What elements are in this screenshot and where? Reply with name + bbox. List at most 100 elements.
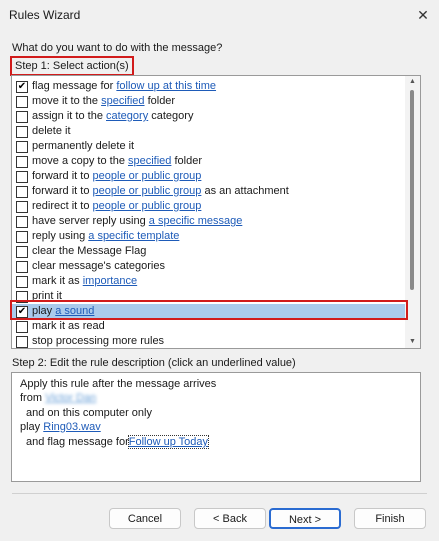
action-text: forward it to [32,185,93,197]
description-flag-prefix: and flag message for [26,436,129,448]
checkbox-icon[interactable] [16,216,28,228]
follow-up-link[interactable]: Follow up Today [127,435,210,449]
close-icon[interactable]: ✕ [411,3,435,27]
action-text: redirect it to [32,200,93,212]
step1-label: Step 1: Select action(s) [10,56,134,76]
finish-button[interactable]: Finish [354,508,426,529]
checkbox-icon[interactable] [16,171,28,183]
action-row[interactable]: permanently delete it [12,139,405,154]
checked-checkbox-icon[interactable]: ✔ [16,81,28,93]
action-row[interactable]: forward it to people or public group as … [12,184,405,199]
checkbox-icon[interactable] [16,276,28,288]
action-label: redirect it to people or public group [32,199,201,214]
description-line: and on this computer only [26,407,152,419]
action-row[interactable]: clear message's categories [12,259,405,274]
action-text: as an attachment [201,185,289,197]
action-text: folder [171,155,202,167]
back-button[interactable]: < Back [194,508,266,529]
window-title: Rules Wizard [9,8,81,22]
action-row[interactable]: redirect it to people or public group [12,199,405,214]
action-value-link[interactable]: people or public group [93,200,202,212]
step2-label: Step 2: Edit the rule description (click… [12,357,296,369]
action-text: reply using [32,230,89,242]
action-row[interactable]: move a copy to the specified folder [12,154,405,169]
action-value-link[interactable]: category [106,110,148,122]
action-text: flag message for [32,80,117,92]
next-button[interactable]: Next > [269,508,341,529]
action-text: have server reply using [32,215,149,227]
action-text: assign it to the [32,110,106,122]
action-row[interactable]: delete it [12,124,405,139]
scroll-up-icon[interactable]: ▲ [405,76,420,88]
action-text: clear the Message Flag [32,245,147,257]
action-row[interactable]: ✔ flag message for follow up at this time [12,79,405,94]
action-text: mark it as read [32,320,105,332]
action-row[interactable]: reply using a specific template [12,229,405,244]
checkbox-icon[interactable] [16,126,28,138]
action-row[interactable]: move it to the specified folder [12,94,405,109]
action-label: stop processing more rules [32,334,165,348]
action-value-link[interactable]: people or public group [93,170,202,182]
action-label: mark it as importance [32,274,137,289]
action-label: forward it to people or public group as … [32,184,289,199]
action-text: mark it as [32,275,83,287]
action-label: mark it as read [32,319,105,334]
action-text: move it to the [32,95,102,107]
checkbox-icon[interactable] [16,321,28,333]
checkbox-icon[interactable] [16,156,28,168]
scroll-down-icon[interactable]: ▼ [405,336,420,348]
checkbox-icon[interactable] [16,246,28,258]
action-label: assign it to the category category [32,109,193,124]
action-text: stop processing more rules [32,335,165,347]
action-label: clear the Message Flag [32,244,146,259]
sound-file-link[interactable]: Ring03.wav [43,421,100,433]
description-play-prefix: play [20,421,41,433]
action-text: category [148,110,194,122]
action-row[interactable]: have server reply using a specific messa… [12,214,405,229]
description-from-prefix: from [20,392,42,404]
action-value-link[interactable]: specified [128,155,171,167]
action-label: permanently delete it [32,139,134,154]
action-label: clear message's categories [32,259,165,274]
sender-link[interactable]: Victor Dan [45,392,96,404]
checkbox-icon[interactable] [16,141,28,153]
action-row[interactable]: assign it to the category category [12,109,405,124]
checkbox-icon[interactable] [16,201,28,213]
action-row[interactable]: mark it as importance [12,274,405,289]
action-value-link[interactable]: importance [83,275,137,287]
checkbox-icon[interactable] [16,336,28,348]
checkbox-icon[interactable] [16,231,28,243]
checkbox-icon[interactable] [16,111,28,123]
description-line: play Ring03.wav [20,420,101,434]
scroll-thumb[interactable] [410,90,414,290]
action-value-link[interactable]: specified [101,95,144,107]
action-text: permanently delete it [32,140,135,152]
rules-wizard-window: Rules Wizard ✕ What do you want to do wi… [0,0,439,541]
description-line: and flag message forFollow up Today [26,435,210,449]
action-row[interactable]: forward it to people or public group [12,169,405,184]
action-value-link[interactable]: follow up at this time [116,80,216,92]
action-text: forward it to [32,170,93,182]
checkbox-icon[interactable] [16,96,28,108]
action-label: reply using a specific template [32,229,179,244]
action-row[interactable]: stop processing more rules [12,334,405,348]
action-label: forward it to people or public group [32,169,201,184]
action-label: flag message for follow up at this time [32,79,216,94]
cancel-button[interactable]: Cancel [109,508,181,529]
action-label: delete it [32,124,71,139]
action-row[interactable]: clear the Message Flag [12,244,405,259]
selected-action-highlight [10,300,408,320]
rule-description-box: Apply this rule after the message arrive… [11,372,421,482]
action-value-link[interactable]: people or public group [93,185,202,197]
action-text: clear message's categories [32,260,165,272]
checkbox-icon[interactable] [16,186,28,198]
description-line: from Victor Dan [20,391,96,405]
action-label: move it to the specified folder [32,94,175,109]
action-label: move a copy to the specified folder [32,154,202,169]
footer-divider [12,493,427,494]
checkbox-icon[interactable] [16,261,28,273]
action-text: folder [144,95,176,107]
action-row[interactable]: mark it as read [12,319,405,334]
action-value-link[interactable]: a specific message [149,215,243,227]
action-value-link[interactable]: a specific template [88,230,179,242]
